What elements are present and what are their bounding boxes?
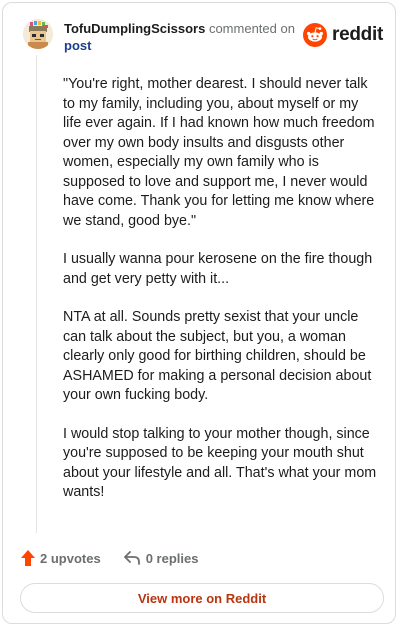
- reddit-brand[interactable]: reddit: [303, 22, 383, 48]
- comment-body: "You're right, mother dearest. I should …: [63, 75, 379, 522]
- avatar-image: [23, 19, 53, 49]
- upvote-button[interactable]: 2 upvotes: [21, 550, 101, 566]
- comment-paragraph: "You're right, mother dearest. I should …: [63, 76, 375, 229]
- comment-action-text: commented on: [208, 21, 295, 36]
- thread-line: [36, 55, 37, 533]
- post-link[interactable]: post: [64, 37, 91, 54]
- comment-paragraph: I usually wanna pour kerosene on the fir…: [63, 251, 373, 287]
- user-avatar[interactable]: [23, 19, 53, 49]
- author-name[interactable]: TofuDumplingScissors: [64, 21, 205, 36]
- reply-button[interactable]: 0 replies: [123, 550, 199, 566]
- comment-paragraph: I would stop talking to your mother thou…: [63, 425, 377, 501]
- reddit-logo-icon: [303, 23, 328, 47]
- comment-paragraph: NTA at all. Sounds pretty sexist that yo…: [63, 309, 372, 403]
- comment-actions: 2 upvotes 0 replies: [21, 548, 198, 568]
- comment-header: TofuDumplingScissors commented on post r…: [23, 19, 383, 53]
- reply-count: 0 replies: [145, 550, 199, 566]
- view-more-button[interactable]: View more on Reddit: [20, 583, 384, 613]
- author-line: TofuDumplingScissors commented on: [64, 20, 304, 37]
- upvote-arrow-icon: [21, 550, 35, 566]
- reddit-wordmark: reddit: [332, 24, 383, 45]
- upvote-count: 2 upvotes: [40, 550, 101, 566]
- comment-embed-card: TofuDumplingScissors commented on post r…: [2, 2, 396, 624]
- reply-arrow-icon: [123, 551, 140, 565]
